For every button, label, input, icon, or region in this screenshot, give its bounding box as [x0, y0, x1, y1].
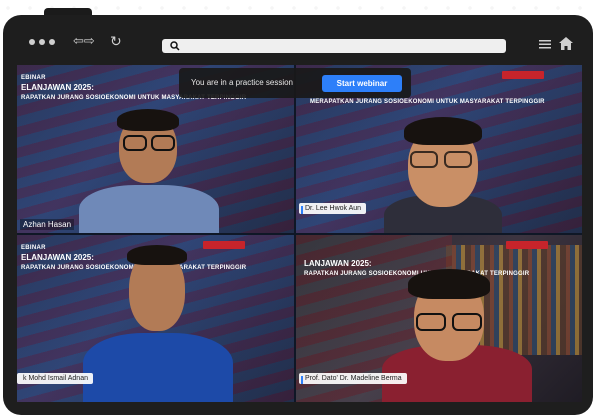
- logo-icon: [502, 71, 544, 79]
- webinar-banner-title: ELANJAWAN 2025:: [21, 83, 94, 92]
- video-tile-bottom-right: LANJAWAN 2025: RAPATKAN JURANG SOSIOEKON…: [296, 235, 582, 402]
- webinar-banner-label: EBINAR: [21, 245, 46, 251]
- participant-name: Dr. Lee Hwok Aun: [299, 203, 367, 214]
- practice-session-message: You are in a practice session: [191, 78, 293, 87]
- participant-name: k Mohd Ismail Adnan: [17, 373, 93, 384]
- menu-icon[interactable]: [539, 39, 551, 49]
- browser-toolbar: ⇦⇨ ↻: [3, 15, 593, 63]
- window-dots-icon: [29, 39, 55, 45]
- webinar-banner-title: ELANJAWAN 2025:: [21, 253, 94, 262]
- search-icon: [170, 41, 180, 51]
- back-forward-arrows-icon[interactable]: ⇦⇨: [73, 34, 95, 48]
- video-tile-bottom-left: EBINAR ELANJAWAN 2025: RAPATKAN JURANG S…: [17, 235, 294, 402]
- start-webinar-button[interactable]: Start webinar: [322, 75, 402, 92]
- logo-icon: [506, 241, 548, 249]
- webinar-banner-subtitle: MERAPATKAN JURANG SOSIOEKONOMI UNTUK MAS…: [310, 99, 545, 105]
- participant-name: Prof. Dato' Dr. Madeline Berma: [299, 373, 407, 384]
- practice-session-banner: You are in a practice session Start webi…: [179, 68, 411, 98]
- webinar-banner-label: EBINAR: [21, 75, 46, 81]
- webinar-banner-title: LANJAWAN 2025:: [304, 259, 372, 268]
- home-icon[interactable]: [559, 37, 573, 50]
- webinar-video-grid: EBINAR ELANJAWAN 2025: RAPATKAN JURANG S…: [17, 65, 582, 402]
- address-input[interactable]: [184, 39, 494, 53]
- participant-name: Azhan Hasan: [20, 219, 75, 230]
- logo-icon: [203, 241, 245, 249]
- address-bar[interactable]: [162, 39, 506, 53]
- reload-icon[interactable]: ↻: [110, 34, 122, 48]
